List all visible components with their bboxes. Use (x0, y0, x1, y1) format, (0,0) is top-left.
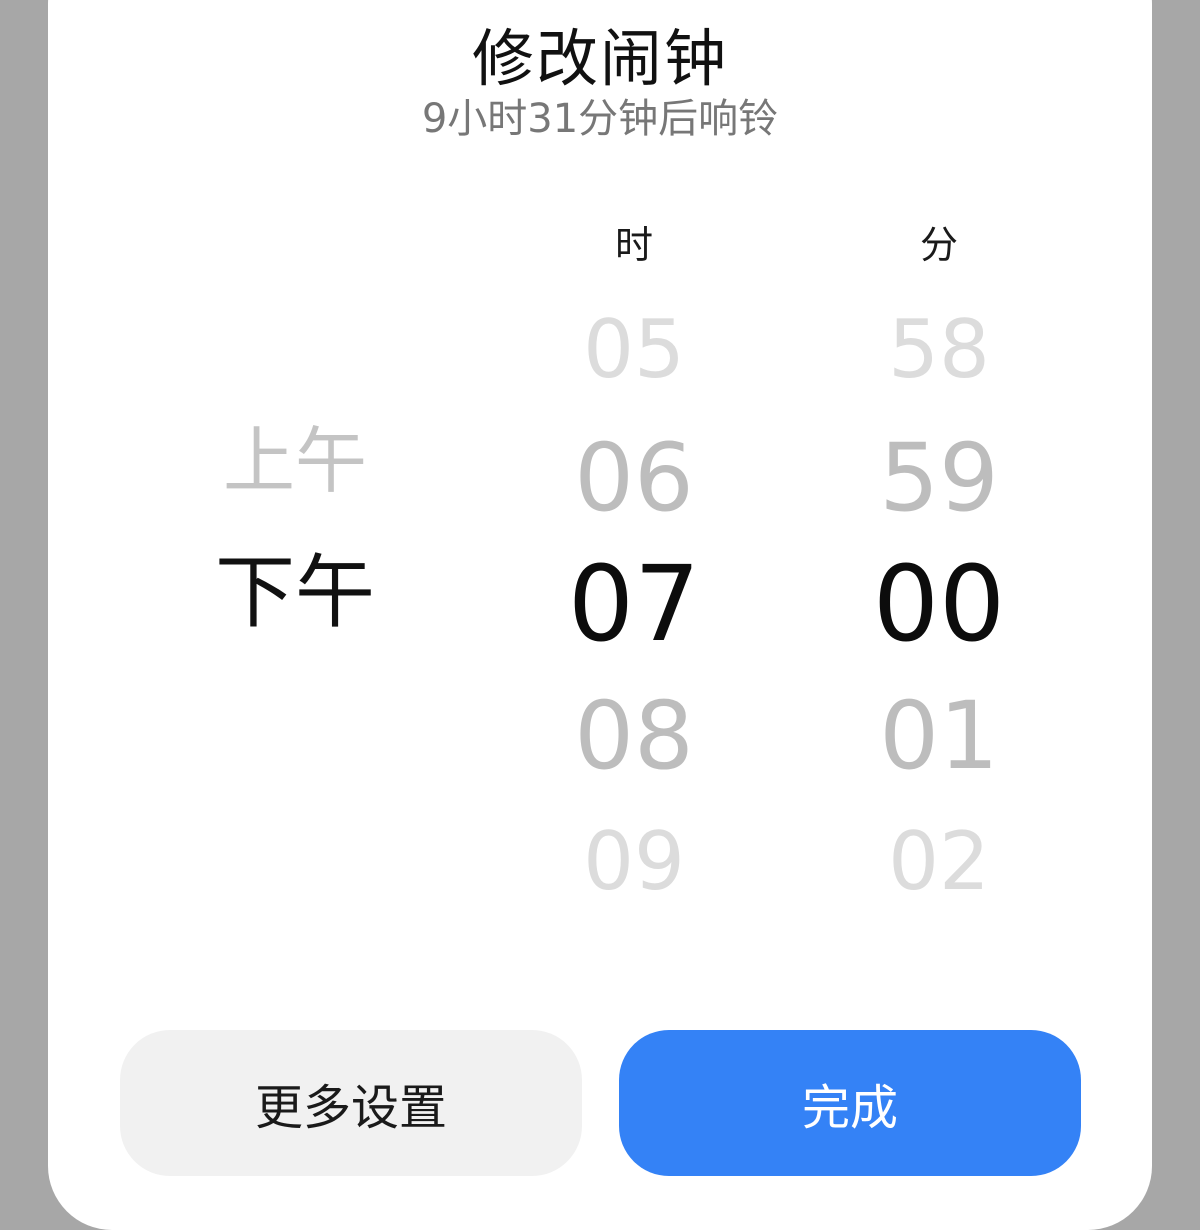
done-label: 完成 (801, 1080, 898, 1136)
hour-option-selected[interactable]: 07 (534, 552, 734, 656)
more-settings-button[interactable]: 更多设置 (120, 1030, 582, 1176)
hour-option[interactable]: 08 (534, 690, 734, 784)
minute-option[interactable]: 58 (839, 310, 1039, 390)
minute-option[interactable]: 59 (839, 432, 1039, 526)
more-settings-label: 更多设置 (254, 1080, 447, 1136)
ampm-picker[interactable]: 上午 下午 (195, 0, 395, 1200)
hour-option[interactable]: 06 (534, 432, 734, 526)
ampm-option-pm-selected[interactable]: 下午 (195, 553, 395, 633)
minute-option[interactable]: 02 (839, 822, 1039, 902)
minute-option-selected[interactable]: 00 (839, 552, 1039, 656)
hour-picker[interactable]: 05 06 07 08 09 (534, 0, 734, 1200)
hour-option[interactable]: 09 (534, 822, 734, 902)
done-button[interactable]: 完成 (619, 1030, 1081, 1176)
minute-option[interactable]: 01 (839, 690, 1039, 784)
ampm-option-am[interactable]: 上午 (195, 425, 395, 497)
hour-option[interactable]: 05 (534, 310, 734, 390)
minute-picker[interactable]: 58 59 00 01 02 (839, 0, 1039, 1200)
